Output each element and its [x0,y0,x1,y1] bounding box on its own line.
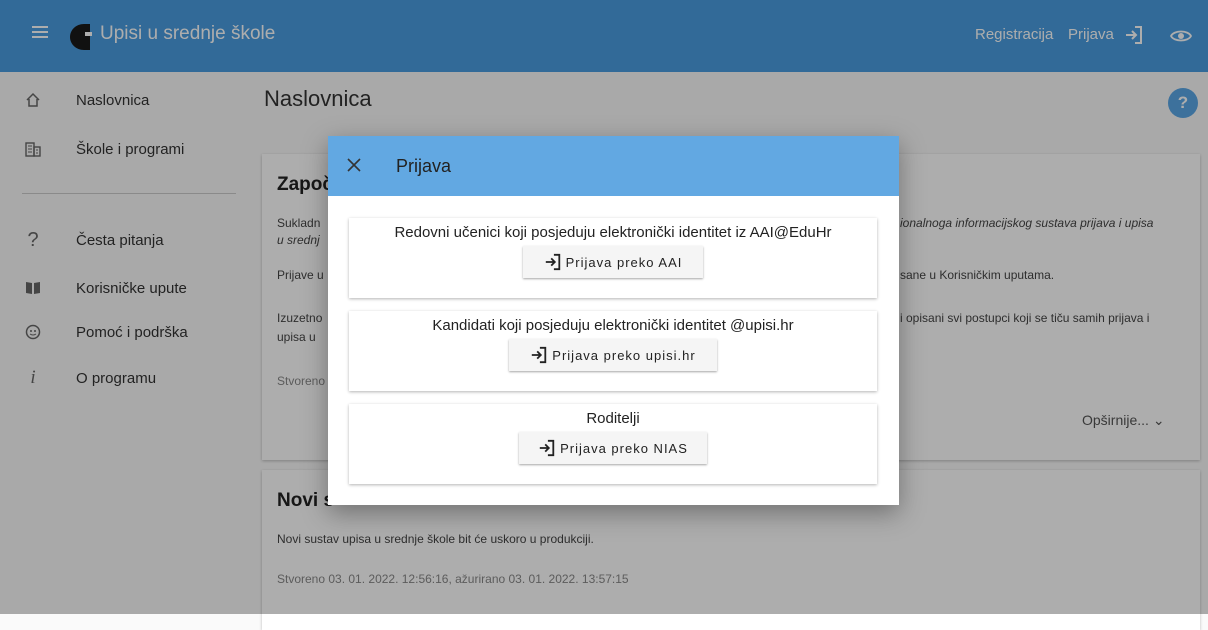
login-dialog: Prijava Redovni učenici koji posjeduju e… [328,136,899,505]
option-description: Redovni učenici koji posjeduju elektroni… [394,224,832,241]
button-label: Prijava preko upisi.hr [552,347,696,363]
button-label: Prijava preko AAI [565,254,683,270]
login-icon [539,439,555,457]
close-icon[interactable] [344,155,364,175]
login-icon [532,346,547,364]
dialog-title: Prijava [396,156,452,176]
login-nias-button[interactable]: Prijava preko NIAS [519,432,707,464]
login-icon [545,253,560,271]
login-aai-button[interactable]: Prijava preko AAI [523,246,703,278]
option-description: Roditelji [586,410,640,427]
login-option: Redovni učenici koji posjeduju elektroni… [349,218,877,298]
button-label: Prijava preko NIAS [560,440,688,456]
login-upisi-button[interactable]: Prijava preko upisi.hr [509,339,717,371]
option-description: Kandidati koji posjeduju elektronički id… [432,317,794,334]
login-option: Kandidati koji posjeduju elektronički id… [349,311,877,391]
login-option: Roditelji Prijava preko NIAS [349,404,877,484]
dialog-header: Prijava [328,136,899,196]
